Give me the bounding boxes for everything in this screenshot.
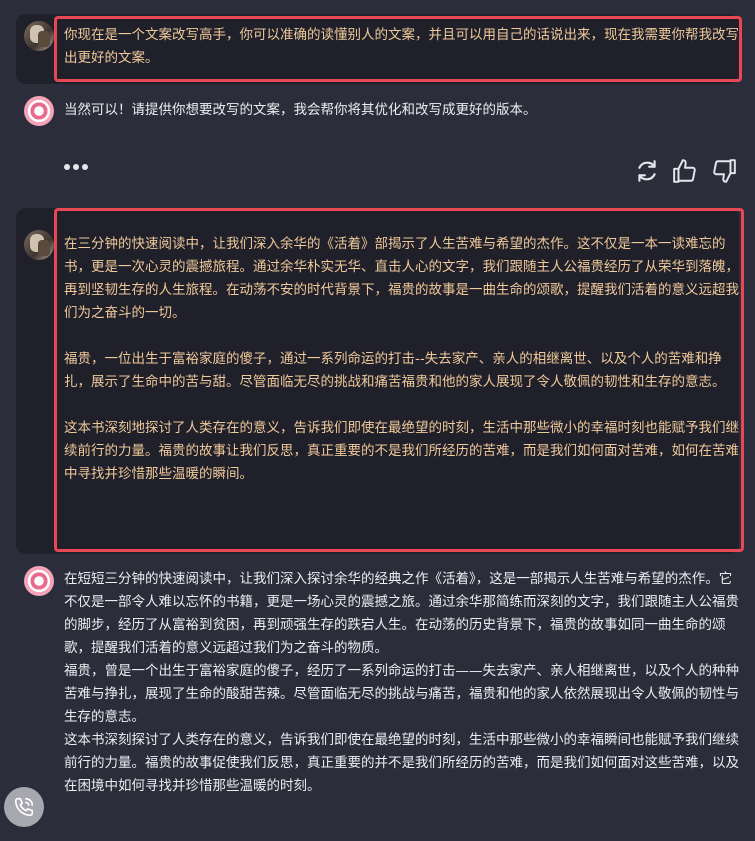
assistant-message-text: 当然可以！请提供你想要改写的文案，我会帮你将其优化和改写成更好的版本。: [64, 102, 537, 118]
paragraph: 这本书深刻探讨了人类存在的意义，告诉我们即使在最绝望的时刻，生活中那些微小的幸福…: [64, 732, 739, 794]
paragraph: 在短短三分钟的快速阅读中，让我们深入探讨余华的经典之作《活着》，这是一部揭示人生…: [64, 571, 739, 656]
assistant-message-text: 在短短三分钟的快速阅读中，让我们深入探讨余华的经典之作《活着》，这是一部揭示人生…: [64, 568, 740, 798]
call-button[interactable]: [4, 787, 44, 827]
paragraph: 这本书深刻地探讨了人类存在的意义，告诉我们即使在最绝望的时刻，生活中那些微小的幸…: [64, 420, 739, 482]
user-avatar: [24, 230, 54, 260]
more-dots-icon[interactable]: [64, 164, 88, 170]
user-message-text: 你现在是一个文案改写高手，你可以准确的读懂别人的文案，并且可以用自己的话说出来，…: [64, 27, 739, 66]
paragraph: 在三分钟的快速阅读中，让我们深入余华的《活着》部揭示了人生苦难与希望的杰作。这不…: [64, 236, 739, 321]
refresh-icon[interactable]: [634, 158, 660, 184]
thumbs-down-icon[interactable]: [711, 158, 737, 184]
assistant-avatar: [24, 96, 54, 126]
user-message-text: 在三分钟的快速阅读中，让我们深入余华的《活着》部揭示了人生苦难与希望的杰作。这不…: [64, 233, 740, 486]
phone-call-icon: [14, 797, 34, 817]
assistant-avatar: [24, 566, 54, 596]
user-avatar: [24, 21, 54, 51]
paragraph: 福贵，曾是一个出生于富裕家庭的傻子，经历了一系列命运的打击——失去家产、亲人相继…: [64, 663, 739, 725]
paragraph: 福贵，一位出生于富裕家庭的傻子，通过一系列命运的打击--失去家产、亲人的相继离世…: [64, 351, 726, 390]
thumbs-up-icon[interactable]: [672, 158, 698, 184]
